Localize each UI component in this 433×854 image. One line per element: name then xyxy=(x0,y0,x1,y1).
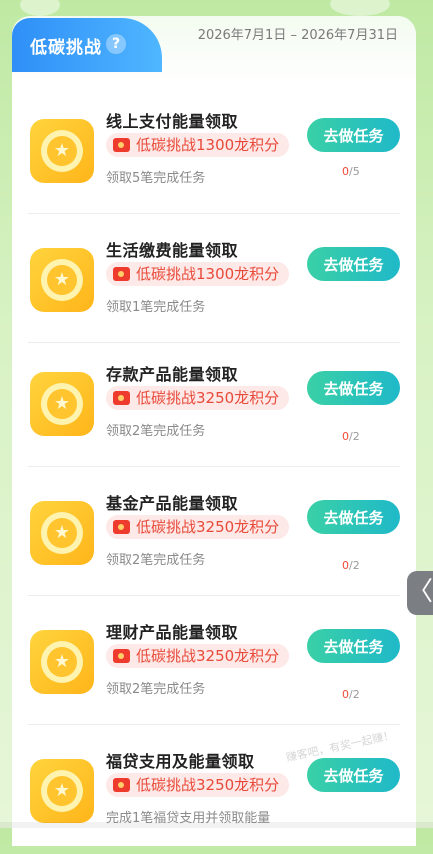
reward-badge: 低碳挑战1300龙积分 xyxy=(106,133,290,157)
task-item: ★ 理财产品能量领取 低碳挑战3250龙积分 领取2笔完成任务 去做任务 0/2 xyxy=(12,596,416,725)
reward-text: 低碳挑战1300龙积分 xyxy=(136,265,280,283)
reward-badge: 低碳挑战3250龙积分 xyxy=(106,773,290,797)
task-item: ★ 基金产品能量领取 低碳挑战3250龙积分 领取2笔完成任务 去做任务 0/2 xyxy=(12,467,416,596)
red-envelope-icon xyxy=(113,778,130,792)
task-title: 福贷支用及能量领取 xyxy=(106,752,255,771)
progress-current: 0 xyxy=(342,688,349,701)
star-coin-icon: ★ xyxy=(30,119,94,183)
task-title: 线上支付能量领取 xyxy=(106,112,239,131)
star-coin-icon: ★ xyxy=(30,248,94,312)
background-decoration xyxy=(20,0,60,16)
task-title: 生活缴费能量领取 xyxy=(106,241,239,260)
task-progress: 0/5 xyxy=(342,165,360,178)
reward-text: 低碳挑战3250龙积分 xyxy=(136,776,280,794)
task-item: ★ 生活缴费能量领取 低碳挑战1300龙积分 领取1笔完成任务 去做任务 xyxy=(12,214,416,343)
go-do-task-button[interactable]: 去做任务 xyxy=(307,371,400,405)
go-do-task-button[interactable]: 去做任务 xyxy=(307,500,400,534)
progress-total: 5 xyxy=(352,165,360,178)
reward-badge: 低碳挑战3250龙积分 xyxy=(106,386,290,410)
task-description: 领取1笔完成任务 xyxy=(106,300,206,315)
reward-text: 低碳挑战3250龙积分 xyxy=(136,518,280,536)
red-envelope-icon xyxy=(113,267,130,281)
progress-current: 0 xyxy=(342,165,349,178)
star-coin-icon: ★ xyxy=(30,501,94,565)
date-range: 2026年7月1日 – 2026年7月31日 xyxy=(197,28,398,43)
reward-text: 低碳挑战3250龙积分 xyxy=(136,389,280,407)
star-coin-icon: ★ xyxy=(30,630,94,694)
red-envelope-icon xyxy=(113,520,130,534)
star-coin-icon: ★ xyxy=(30,372,94,436)
task-progress: 0/2 xyxy=(342,688,360,701)
reward-text: 低碳挑战1300龙积分 xyxy=(136,136,280,154)
progress-total: 2 xyxy=(352,559,360,572)
side-drawer-handle[interactable]: 〈 xyxy=(407,571,433,615)
task-item: ★ 线上支付能量领取 低碳挑战1300龙积分 领取5笔完成任务 去做任务 0/5 xyxy=(12,85,416,214)
go-do-task-button[interactable]: 去做任务 xyxy=(307,758,400,792)
task-description: 领取2笔完成任务 xyxy=(106,553,206,568)
reward-badge: 低碳挑战3250龙积分 xyxy=(106,644,290,668)
task-description: 领取2笔完成任务 xyxy=(106,682,206,697)
red-envelope-icon xyxy=(113,391,130,405)
task-progress: 0/2 xyxy=(342,430,360,443)
help-icon[interactable]: ? xyxy=(106,34,126,54)
background-decoration xyxy=(330,0,390,16)
reward-text: 低碳挑战3250龙积分 xyxy=(136,647,280,665)
bottom-edge xyxy=(0,822,433,828)
progress-current: 0 xyxy=(342,559,349,572)
progress-current: 0 xyxy=(342,430,349,443)
task-item: ★ 存款产品能量领取 低碳挑战3250龙积分 领取2笔完成任务 去做任务 0/2 xyxy=(12,338,416,467)
task-progress: 0/2 xyxy=(342,559,360,572)
progress-total: 2 xyxy=(352,430,360,443)
task-description: 领取2笔完成任务 xyxy=(106,424,206,439)
star-coin-icon: ★ xyxy=(30,759,94,823)
page-title: 低碳挑战 xyxy=(30,38,102,58)
task-title: 基金产品能量领取 xyxy=(106,494,239,513)
red-envelope-icon xyxy=(113,138,130,152)
go-do-task-button[interactable]: 去做任务 xyxy=(307,118,400,152)
task-title: 理财产品能量领取 xyxy=(106,623,239,642)
task-title: 存款产品能量领取 xyxy=(106,365,239,384)
reward-badge: 低碳挑战1300龙积分 xyxy=(106,262,290,286)
go-do-task-button[interactable]: 去做任务 xyxy=(307,247,400,281)
go-do-task-button[interactable]: 去做任务 xyxy=(307,629,400,663)
task-description: 领取5笔完成任务 xyxy=(106,171,206,186)
red-envelope-icon xyxy=(113,649,130,663)
progress-total: 2 xyxy=(352,688,360,701)
reward-badge: 低碳挑战3250龙积分 xyxy=(106,515,290,539)
